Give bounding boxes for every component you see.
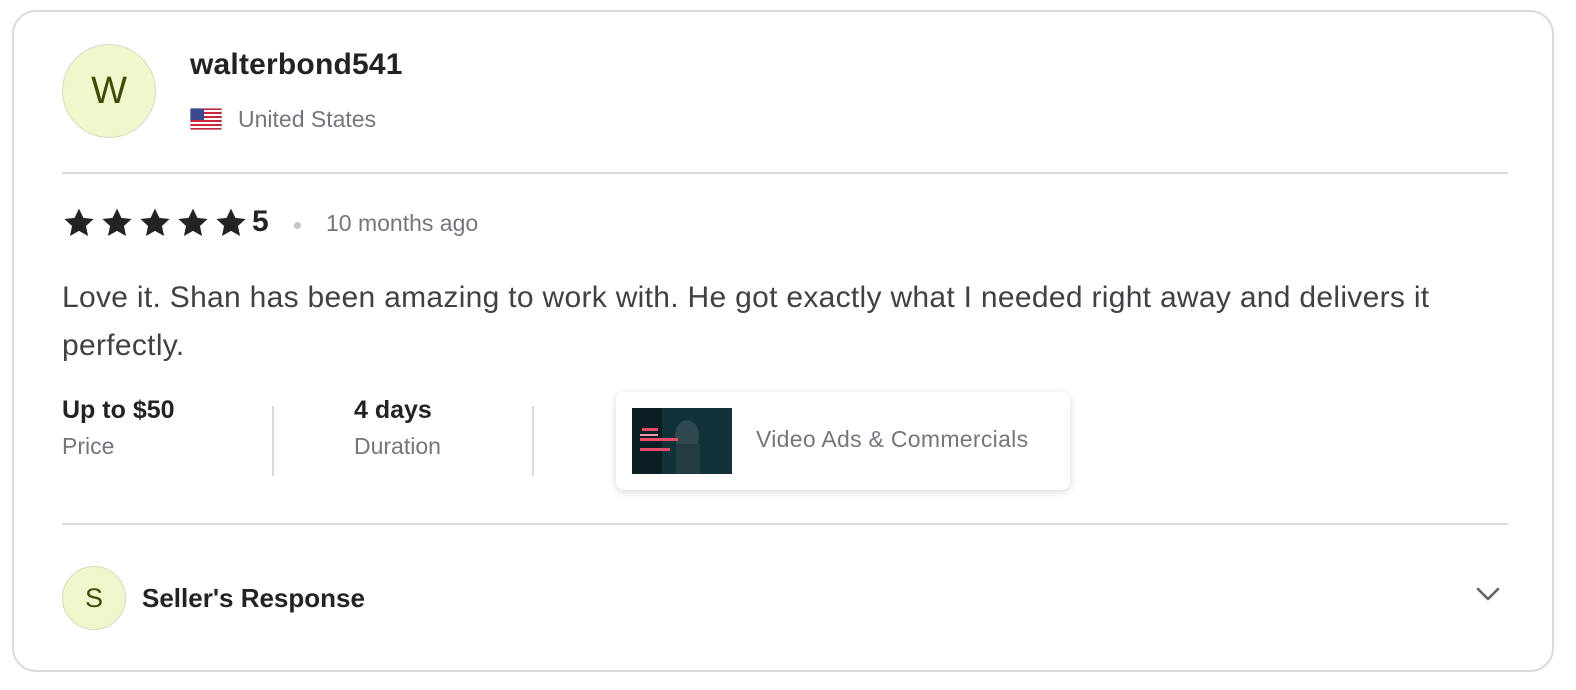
duration-value: 4 days [354,396,432,424]
star-icon [140,208,170,237]
price-label: Price [62,433,115,459]
response-divider [62,523,1508,525]
category-thumbnail [632,408,732,474]
seller-avatar-letter: S [84,582,103,613]
review-text: Love it. Shan has been amazing to work w… [62,281,1430,362]
star-icon [178,208,208,237]
meta-divider [532,406,534,476]
star-icon [216,208,246,237]
us-flag-icon [190,108,222,130]
separator-dot [294,222,301,229]
review-time-ago: 10 months ago [326,210,479,236]
category-card[interactable]: Video Ads & Commercials [616,392,1070,490]
header-divider [62,172,1508,174]
meta-divider [272,406,274,476]
price-block: Up to $50 Price [62,396,175,460]
review-card: W walterbond541 United States 5 10 month… [12,10,1554,672]
duration-block: 4 days Duration [354,396,441,460]
star-icon [64,208,94,237]
rating-value: 5 [252,205,269,238]
reviewer-username[interactable]: walterbond541 [190,48,403,82]
price-value: Up to $50 [62,396,175,424]
category-label: Video Ads & Commercials [756,426,1029,452]
reviewer-country: United States [238,106,377,132]
duration-label: Duration [354,433,441,459]
reviewer-avatar[interactable]: W [62,44,156,138]
seller-avatar: S [62,566,126,630]
seller-response-title[interactable]: Seller's Response [142,583,365,614]
star-rating [62,206,248,240]
chevron-down-icon[interactable] [1472,578,1504,610]
reviewer-avatar-letter: W [91,69,127,112]
star-icon [102,208,132,237]
